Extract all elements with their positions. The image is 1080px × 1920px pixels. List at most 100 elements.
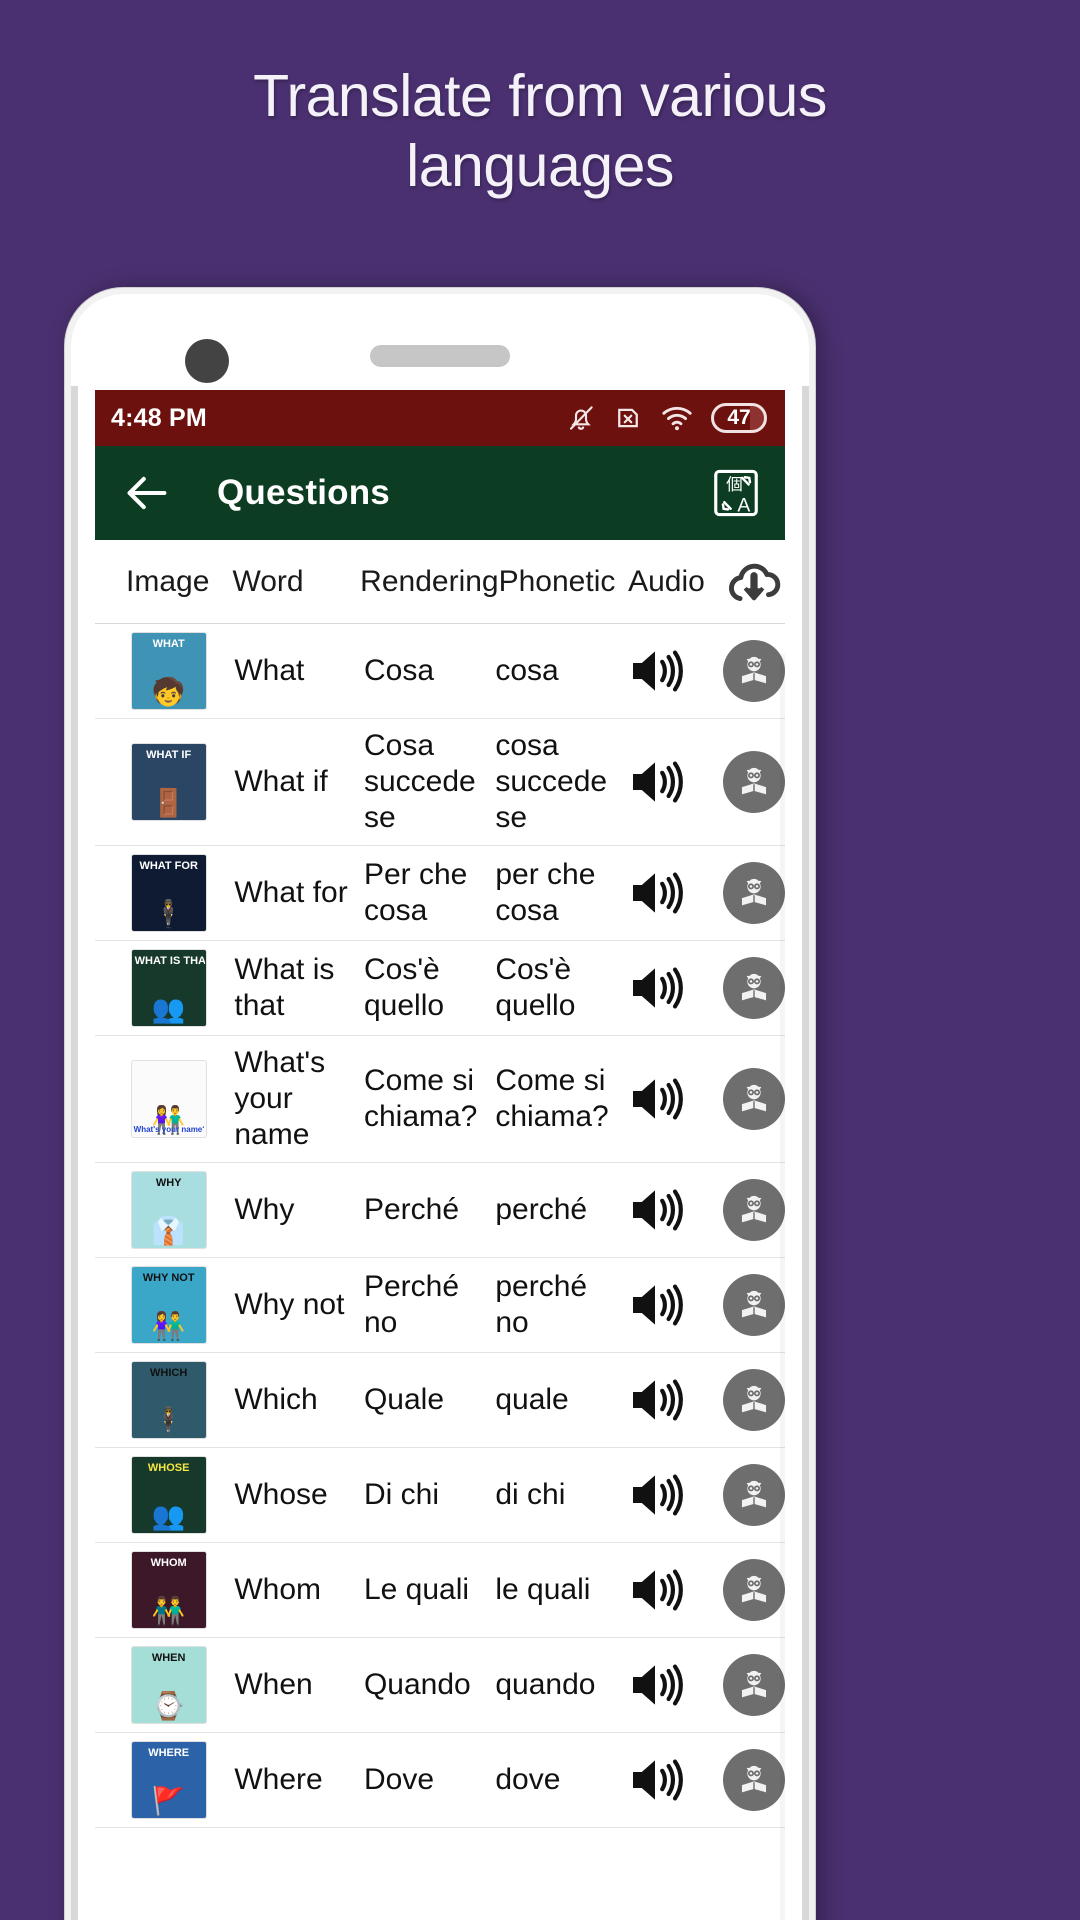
row-audio-cell[interactable] — [627, 1182, 723, 1238]
vertical-scrollbar[interactable] — [780, 654, 785, 1920]
row-audio-cell[interactable] — [627, 1657, 723, 1713]
wifi-icon — [662, 406, 692, 431]
table-row[interactable]: WHOSE 👥 Whose Di chi di chi — [95, 1448, 785, 1543]
owl-book-button[interactable] — [723, 1559, 785, 1621]
row-learn-cell[interactable] — [723, 640, 785, 702]
owl-book-button[interactable] — [723, 640, 785, 702]
row-audio-cell[interactable] — [627, 1752, 723, 1808]
table-row[interactable]: WHICH 🕴 Which Quale quale — [95, 1353, 785, 1448]
battery-level: 47 — [727, 406, 751, 429]
row-audio-cell[interactable] — [627, 1372, 723, 1428]
row-word: Why not — [234, 1288, 345, 1321]
word-thumbnail: WHEN ⌚ — [131, 1647, 206, 1723]
owl-book-button[interactable] — [723, 1464, 785, 1526]
row-audio-cell[interactable] — [627, 1277, 723, 1333]
thumbnail-figure: 👥 — [151, 994, 186, 1024]
row-audio-cell[interactable] — [627, 960, 723, 1016]
owl-book-button[interactable] — [723, 1068, 785, 1130]
row-word: Which — [234, 1383, 318, 1416]
speaker-icon[interactable] — [627, 643, 691, 699]
row-audio-cell[interactable] — [627, 1071, 723, 1127]
table-row[interactable]: WHOM 👬 Whom Le quali le quali — [95, 1543, 785, 1638]
row-image-cell: WHOSE 👥 — [103, 1457, 234, 1533]
table-row[interactable]: WHEN ⌚ When Quando quando — [95, 1638, 785, 1733]
owl-book-button[interactable] — [723, 1749, 785, 1811]
row-learn-cell[interactable] — [723, 957, 785, 1019]
speaker-icon[interactable] — [627, 754, 691, 810]
thumbnail-label: WHOSE — [147, 1462, 190, 1474]
sim-card-x-icon — [618, 408, 638, 428]
row-audio-cell[interactable] — [627, 865, 723, 921]
table-row[interactable]: WHY 👔 Why Perché perché — [95, 1163, 785, 1258]
speaker-icon[interactable] — [627, 1562, 691, 1618]
speaker-icon[interactable] — [627, 865, 691, 921]
row-rendering: Cosa — [363, 654, 435, 687]
phone-screen-bezel: 4:48 PM 47 Questions 個 A Image Word Rend… — [71, 294, 809, 1920]
speaker-icon[interactable] — [627, 1071, 691, 1127]
word-thumbnail: WHOM 👬 — [131, 1552, 206, 1628]
row-audio-cell[interactable] — [627, 1562, 723, 1618]
row-image-cell: WHY NOT 👫 — [103, 1267, 234, 1343]
cloud-download-icon[interactable] — [723, 551, 785, 613]
table-row[interactable]: WHAT FOR 🕴 What for Per che cosa per che cos… — [95, 846, 785, 941]
table-row[interactable]: WHAT IF 🚪 What if Cosa succede se cosa succe… — [95, 719, 785, 846]
table-row[interactable]: 👫 What's your name? What's your name Come s… — [95, 1036, 785, 1163]
row-audio-cell[interactable] — [627, 1467, 723, 1523]
speaker-icon[interactable] — [627, 1657, 691, 1713]
row-learn-cell[interactable] — [723, 1464, 785, 1526]
row-phonetic: le quali — [495, 1573, 591, 1606]
row-rendering: Dove — [363, 1763, 435, 1796]
row-audio-cell[interactable] — [627, 754, 723, 810]
row-learn-cell[interactable] — [723, 1654, 785, 1716]
row-rendering: Per che cosa — [363, 858, 468, 927]
row-learn-cell[interactable] — [723, 1068, 785, 1130]
row-learn-cell[interactable] — [723, 1369, 785, 1431]
battery-icon: 47 — [711, 403, 767, 433]
thumbnail-label: WHAT FOR — [139, 860, 198, 872]
row-rendering: Cosa succede se — [363, 729, 476, 834]
table-header-row: Image Word Rendering Phonetic Audio — [95, 540, 785, 624]
owl-book-button[interactable] — [723, 862, 785, 924]
row-image-cell: WHAT 🧒 — [103, 633, 234, 709]
owl-book-button[interactable] — [723, 1369, 785, 1431]
speaker-icon[interactable] — [627, 1277, 691, 1333]
row-learn-cell[interactable] — [723, 1179, 785, 1241]
table-row[interactable]: WHERE 🚩 Where Dove dove — [95, 1733, 785, 1828]
word-thumbnail: WHOSE 👥 — [131, 1457, 206, 1533]
thumbnail-figure: 🚪 — [151, 788, 186, 818]
speaker-icon[interactable] — [627, 1467, 691, 1523]
table-row[interactable]: WHAT 🧒 What Cosa cosa — [95, 624, 785, 719]
owl-book-button[interactable] — [723, 751, 785, 813]
owl-book-button[interactable] — [723, 1274, 785, 1336]
owl-book-button[interactable] — [723, 957, 785, 1019]
row-phonetic: cosa — [495, 654, 559, 687]
row-learn-cell[interactable] — [723, 1749, 785, 1811]
row-learn-cell[interactable] — [723, 1559, 785, 1621]
table-row[interactable]: WHY NOT 👫 Why not Perché no perché no — [95, 1258, 785, 1353]
translate-icon[interactable]: 個 A — [709, 466, 763, 520]
row-word: What if — [234, 765, 328, 798]
row-learn-cell[interactable] — [723, 862, 785, 924]
thumbnail-label: WHAT IS THAT — [134, 955, 205, 967]
speaker-icon[interactable] — [627, 1372, 691, 1428]
row-learn-cell[interactable] — [723, 751, 785, 813]
row-phonetic: dove — [495, 1763, 561, 1796]
word-list: WHAT 🧒 What Cosa cosa WHAT IF 🚪 What if Cosa suc… — [95, 624, 785, 1828]
word-thumbnail: WHAT FOR 🕴 — [131, 855, 206, 931]
download-all-button[interactable] — [723, 551, 785, 613]
table-row[interactable]: WHAT IS THAT 👥 What is that Cos'è quello Cos… — [95, 941, 785, 1036]
speaker-icon[interactable] — [627, 960, 691, 1016]
speaker-icon[interactable] — [627, 1752, 691, 1808]
back-arrow-icon[interactable] — [121, 467, 173, 519]
column-header-rendering: Rendering — [360, 564, 499, 598]
row-rendering: Quale — [363, 1383, 445, 1416]
row-phonetic: quando — [495, 1668, 596, 1701]
owl-book-button[interactable] — [723, 1654, 785, 1716]
row-learn-cell[interactable] — [723, 1274, 785, 1336]
promo-headline: Translate from various languages — [253, 63, 827, 199]
owl-book-button[interactable] — [723, 1179, 785, 1241]
thumbnail-figure: 🕴 — [151, 1406, 186, 1436]
word-thumbnail: WHAT IS THAT 👥 — [131, 950, 206, 1026]
speaker-icon[interactable] — [627, 1182, 691, 1238]
row-audio-cell[interactable] — [627, 643, 723, 699]
